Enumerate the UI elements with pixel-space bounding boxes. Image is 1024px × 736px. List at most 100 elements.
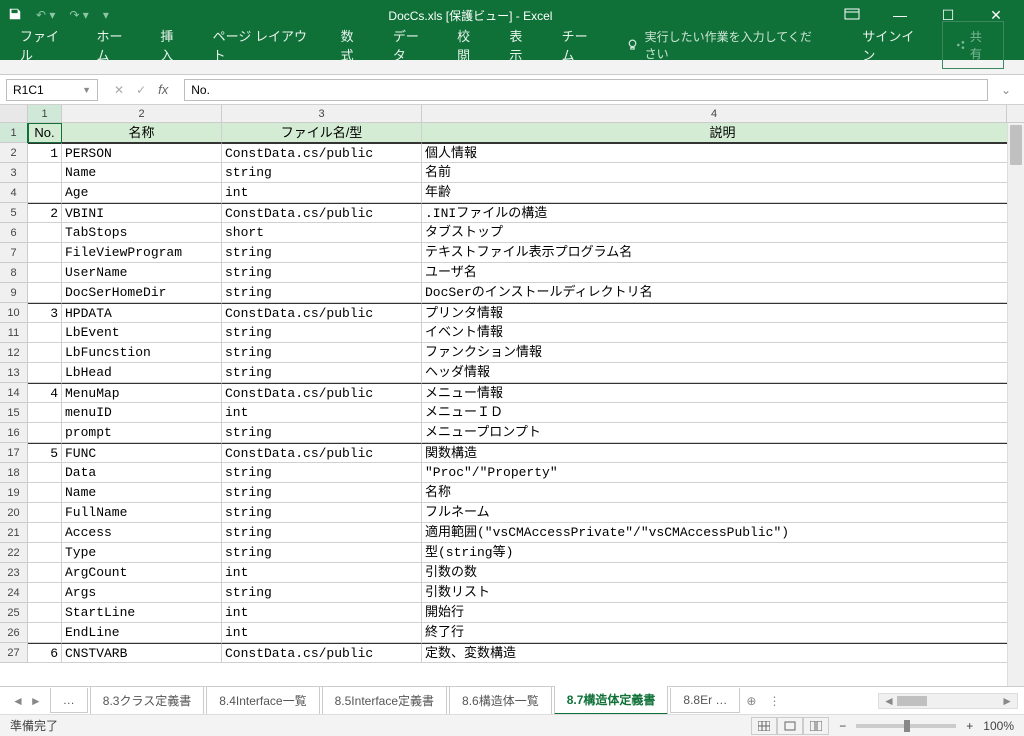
cell[interactable]	[28, 503, 62, 523]
cell[interactable]: メニュー情報	[422, 383, 1024, 403]
header-cell-no[interactable]: No.	[28, 123, 62, 143]
scroll-right-icon[interactable]: ►	[1001, 694, 1013, 708]
cell[interactable]: int	[222, 623, 422, 643]
row-header[interactable]: 2	[0, 143, 28, 163]
row-header[interactable]: 7	[0, 243, 28, 263]
sheet-tab[interactable]: 8.3クラス定義書	[90, 687, 204, 715]
cell[interactable]: Access	[62, 523, 222, 543]
cell[interactable]: 型(string等)	[422, 543, 1024, 563]
cell[interactable]: 3	[28, 303, 62, 323]
cell[interactable]	[28, 283, 62, 303]
cell[interactable]: Args	[62, 583, 222, 603]
cell[interactable]: short	[222, 223, 422, 243]
cell[interactable]	[28, 543, 62, 563]
row-header[interactable]: 5	[0, 203, 28, 223]
row-header[interactable]: 20	[0, 503, 28, 523]
cell[interactable]: ArgCount	[62, 563, 222, 583]
cell[interactable]	[28, 363, 62, 383]
cell[interactable]: UserName	[62, 263, 222, 283]
cell[interactable]: 開始行	[422, 603, 1024, 623]
new-sheet-icon[interactable]: ⊕	[742, 690, 760, 712]
zoom-slider[interactable]	[856, 724, 956, 728]
cell[interactable]: int	[222, 183, 422, 203]
cell[interactable]: Data	[62, 463, 222, 483]
cell[interactable]: string	[222, 283, 422, 303]
cell[interactable]: Name	[62, 163, 222, 183]
cell[interactable]: 5	[28, 443, 62, 463]
formula-input[interactable]: No.	[184, 79, 988, 101]
zoom-level[interactable]: 100%	[983, 719, 1014, 733]
vertical-scrollbar[interactable]	[1007, 123, 1024, 686]
sheet-tab[interactable]: 8.6構造体一覧	[449, 687, 552, 715]
fx-icon[interactable]: fx	[158, 82, 168, 97]
select-all-corner[interactable]	[0, 105, 28, 122]
cell[interactable]: string	[222, 423, 422, 443]
page-layout-view-icon[interactable]	[777, 717, 803, 735]
header-cell-name[interactable]: 名称	[62, 123, 222, 143]
cell[interactable]: LbHead	[62, 363, 222, 383]
cell[interactable]: ConstData.cs/public	[222, 383, 422, 403]
cell[interactable]: メニューＩＤ	[422, 403, 1024, 423]
cell[interactable]: MenuMap	[62, 383, 222, 403]
scrollbar-thumb[interactable]	[897, 696, 927, 706]
name-box[interactable]: R1C1 ▼	[6, 79, 98, 101]
cell[interactable]: TabStops	[62, 223, 222, 243]
row-header[interactable]: 9	[0, 283, 28, 303]
cell[interactable]	[28, 523, 62, 543]
ribbon-tab-team[interactable]: チーム	[550, 20, 610, 70]
cell[interactable]: string	[222, 243, 422, 263]
cell[interactable]: string	[222, 523, 422, 543]
row-header[interactable]: 21	[0, 523, 28, 543]
zoom-in-icon[interactable]: +	[966, 719, 973, 733]
cell[interactable]: HPDATA	[62, 303, 222, 323]
cell[interactable]	[28, 343, 62, 363]
enter-formula-icon[interactable]: ✓	[136, 83, 146, 97]
ribbon-tab-insert[interactable]: 挿入	[148, 20, 196, 70]
cell[interactable]: CNSTVARB	[62, 643, 222, 663]
cell[interactable]: 4	[28, 383, 62, 403]
cell[interactable]: 1	[28, 143, 62, 163]
cell[interactable]: ConstData.cs/public	[222, 143, 422, 163]
row-header[interactable]: 8	[0, 263, 28, 283]
cell[interactable]: string	[222, 343, 422, 363]
row-header[interactable]: 19	[0, 483, 28, 503]
cell[interactable]	[28, 623, 62, 643]
cell[interactable]	[28, 183, 62, 203]
cell[interactable]	[28, 243, 62, 263]
cell[interactable]: ConstData.cs/public	[222, 643, 422, 663]
header-cell-type[interactable]: ファイル名/型	[222, 123, 422, 143]
row-header[interactable]: 26	[0, 623, 28, 643]
sheet-tab[interactable]: 8.4Interface一覧	[206, 687, 319, 715]
cell[interactable]: menuID	[62, 403, 222, 423]
cell[interactable]	[28, 263, 62, 283]
col-header[interactable]: 1	[28, 105, 62, 122]
horizontal-scrollbar[interactable]: ◄ ►	[878, 693, 1018, 709]
cell[interactable]	[28, 563, 62, 583]
row-header[interactable]: 17	[0, 443, 28, 463]
cell[interactable]: タブストップ	[422, 223, 1024, 243]
cell[interactable]: 名称	[422, 483, 1024, 503]
sheet-tab[interactable]: 8.5Interface定義書	[322, 687, 447, 715]
cell[interactable]: Type	[62, 543, 222, 563]
cell[interactable]	[28, 423, 62, 443]
row-header[interactable]: 23	[0, 563, 28, 583]
cell[interactable]: DocSerのインストールディレクトリ名	[422, 283, 1024, 303]
cell[interactable]: ConstData.cs/public	[222, 203, 422, 223]
cell[interactable]	[28, 463, 62, 483]
row-header[interactable]: 10	[0, 303, 28, 323]
cell[interactable]: FullName	[62, 503, 222, 523]
cell[interactable]: "Proc"/"Property"	[422, 463, 1024, 483]
cell[interactable]: テキストファイル表示プログラム名	[422, 243, 1024, 263]
row-header[interactable]: 22	[0, 543, 28, 563]
row-header[interactable]: 18	[0, 463, 28, 483]
tab-overflow-icon[interactable]: ⋮	[762, 694, 786, 708]
cell[interactable]: 終了行	[422, 623, 1024, 643]
cell[interactable]	[28, 323, 62, 343]
cell[interactable]: 定数、変数構造	[422, 643, 1024, 663]
cell[interactable]: int	[222, 403, 422, 423]
cell[interactable]: FileViewProgram	[62, 243, 222, 263]
cell[interactable]: 2	[28, 203, 62, 223]
cell[interactable]: FUNC	[62, 443, 222, 463]
row-header[interactable]: 3	[0, 163, 28, 183]
cell[interactable]: LbEvent	[62, 323, 222, 343]
